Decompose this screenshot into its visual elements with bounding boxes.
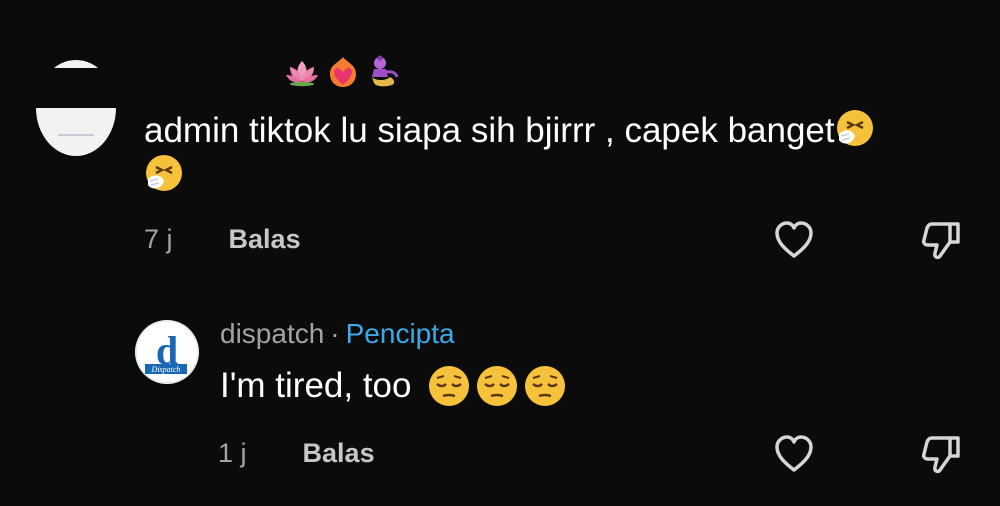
like-button[interactable] [770,216,818,264]
reply-button[interactable]: Balas [229,224,301,255]
separator-dot: · [330,318,340,349]
creator-badge: Pencipta [345,318,455,349]
author-name[interactable]: dispatch [220,318,324,350]
sneezing-face-emoji [836,110,873,146]
avatar[interactable] [36,60,116,156]
like-heart-icon [775,435,813,472]
comment-author: dispatch · Pencipta [220,318,455,350]
comment-thread: admin tiktok lu siapa sih bjirrr , capek… [0,0,1000,506]
reply-text: I'm tired, too [220,364,567,408]
heart-emoji [330,57,356,87]
dislike-button[interactable] [918,430,966,478]
username-emojis [284,54,400,90]
dislike-button[interactable] [918,216,966,264]
like-button[interactable] [770,430,818,478]
timestamp: 7 j [144,224,173,254]
dislike-thumb-icon [922,436,960,474]
like-heart-icon [775,221,813,258]
genie-emoji [372,55,399,87]
svg-text:Dispatch: Dispatch [151,365,181,374]
reply-button[interactable]: Balas [303,438,375,469]
sneezing-face-emoji [146,155,182,191]
pensive-face-emoji [429,366,470,406]
timestamp: 1 j [218,438,247,468]
lotus-emoji [286,61,318,87]
dislike-thumb-icon [922,222,960,260]
reply-meta: 1 j Balas [218,438,375,469]
dispatch-logo: d Dispatch [135,320,199,384]
creator-avatar[interactable]: d Dispatch [135,320,199,384]
pensive-face-emoji [477,366,518,406]
comment-meta: 7 j Balas [144,224,301,255]
comment-text: admin tiktok lu siapa sih bjirrr , capek… [144,108,904,198]
pensive-face-emoji [525,366,566,406]
